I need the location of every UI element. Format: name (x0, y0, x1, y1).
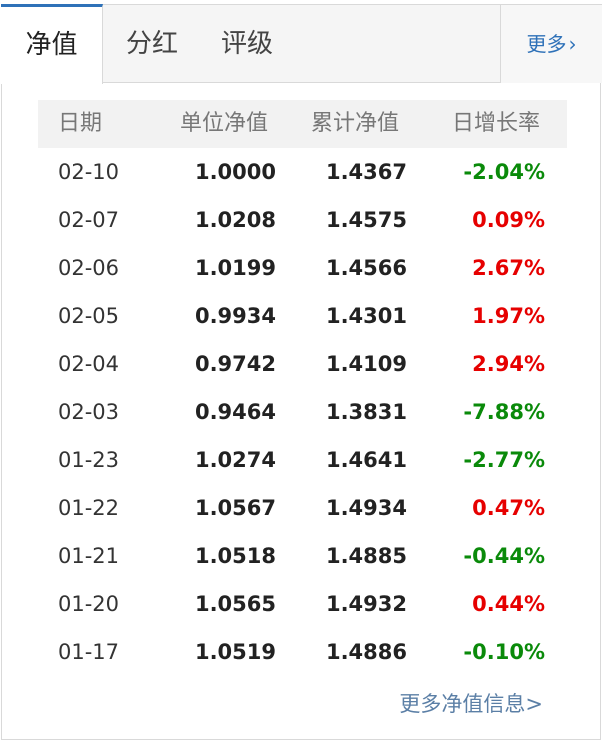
chevron-right-icon: › (568, 32, 577, 56)
table-row: 02-06 1.0199 1.4566 2.67% (2, 244, 602, 292)
table-header: 日期 单位净值 累计净值 日增长率 (38, 100, 567, 148)
row-daily-change: -0.10% (463, 640, 545, 664)
row-daily-change: -2.04% (463, 160, 545, 184)
row-daily-change: 2.67% (472, 256, 545, 280)
row-date: 02-05 (58, 304, 120, 328)
row-date: 02-03 (58, 400, 120, 424)
row-acc-nav: 1.4575 (325, 208, 407, 232)
row-daily-change: 2.94% (472, 352, 545, 376)
table-row: 01-23 1.0274 1.4641 -2.77% (2, 436, 602, 484)
row-unit-nav: 1.0519 (194, 640, 276, 664)
tab-bar: 净值 分红 评级 更多 › (1, 4, 602, 84)
table-row: 02-04 0.9742 1.4109 2.94% (2, 340, 602, 388)
row-date: 01-20 (58, 592, 120, 616)
table-body: 02-10 1.0000 1.4367 -2.04% 02-07 1.0208 1.4575… (2, 148, 602, 676)
row-unit-nav: 0.9934 (194, 304, 276, 328)
row-acc-nav: 1.4367 (325, 160, 407, 184)
tab-dividend[interactable]: 分红 (126, 5, 178, 83)
row-acc-nav: 1.3831 (325, 400, 407, 424)
row-daily-change: 0.44% (472, 592, 545, 616)
nav-panel: 净值 分红 评级 更多 › 日期 单位净值 累计净值 日增长率 02-10 1.00… (1, 4, 602, 740)
row-daily-change: -7.88% (463, 400, 545, 424)
header-unit-nav: 单位净值 (180, 111, 269, 136)
more-label: 更多 (526, 32, 567, 56)
row-acc-nav: 1.4885 (325, 544, 407, 568)
row-unit-nav: 1.0565 (194, 592, 276, 616)
row-acc-nav: 1.4641 (325, 448, 407, 472)
row-daily-change: -2.77% (463, 448, 545, 472)
row-acc-nav: 1.4934 (325, 496, 407, 520)
row-acc-nav: 1.4109 (325, 352, 407, 376)
row-date: 02-07 (58, 208, 120, 232)
row-daily-change: -0.44% (463, 544, 545, 568)
row-acc-nav: 1.4566 (325, 256, 407, 280)
tab-nav-value[interactable]: 净值 (1, 4, 103, 84)
table-row: 01-21 1.0518 1.4885 -0.44% (2, 532, 602, 580)
more-nav-info-link[interactable]: 更多净值信息> (399, 688, 543, 718)
row-date: 02-10 (58, 160, 120, 184)
row-date: 01-17 (58, 640, 120, 664)
header-daily-change: 日增长率 (452, 111, 541, 136)
row-date: 01-21 (58, 544, 120, 568)
row-date: 02-04 (58, 352, 120, 376)
row-unit-nav: 1.0208 (194, 208, 276, 232)
table-row: 01-20 1.0565 1.4932 0.44% (2, 580, 602, 628)
row-daily-change: 0.47% (472, 496, 545, 520)
table-row: 02-05 0.9934 1.4301 1.97% (2, 292, 602, 340)
row-acc-nav: 1.4932 (325, 592, 407, 616)
row-unit-nav: 1.0567 (194, 496, 276, 520)
row-unit-nav: 1.0199 (194, 256, 276, 280)
row-unit-nav: 1.0000 (194, 160, 276, 184)
row-date: 01-23 (58, 448, 120, 472)
row-acc-nav: 1.4886 (325, 640, 407, 664)
row-date: 02-06 (58, 256, 120, 280)
row-date: 01-22 (58, 496, 120, 520)
row-daily-change: 0.09% (472, 208, 545, 232)
table-row: 02-10 1.0000 1.4367 -2.04% (2, 148, 602, 196)
table-row: 01-17 1.0519 1.4886 -0.10% (2, 628, 602, 676)
row-unit-nav: 1.0274 (194, 448, 276, 472)
tab-rating[interactable]: 评级 (221, 5, 273, 83)
row-daily-change: 1.97% (472, 304, 545, 328)
row-unit-nav: 1.0518 (194, 544, 276, 568)
table-row: 02-03 0.9464 1.3831 -7.88% (2, 388, 602, 436)
row-acc-nav: 1.4301 (325, 304, 407, 328)
header-acc-nav: 累计净值 (311, 111, 400, 136)
row-unit-nav: 0.9742 (194, 352, 276, 376)
more-link[interactable]: 更多 › (500, 5, 602, 83)
table-row: 02-07 1.0208 1.4575 0.09% (2, 196, 602, 244)
table-row: 01-22 1.0567 1.4934 0.47% (2, 484, 602, 532)
row-unit-nav: 0.9464 (194, 400, 276, 424)
header-date: 日期 (58, 111, 103, 136)
